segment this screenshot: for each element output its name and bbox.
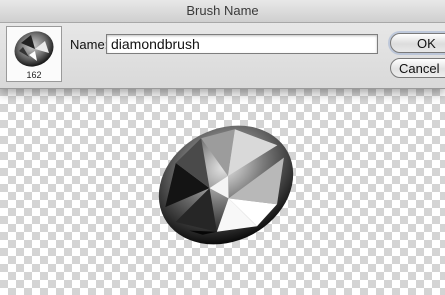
diamond-brush-image	[158, 125, 294, 245]
brush-size-label: 162	[26, 70, 42, 80]
dialog-title: Brush Name	[0, 0, 445, 23]
brush-name-input[interactable]	[106, 34, 378, 54]
brush-preview: 162	[6, 26, 62, 82]
name-label: Name:	[70, 37, 109, 52]
cancel-button[interactable]: Cancel	[390, 58, 445, 78]
brush-name-dialog: Brush Name 162 Name: OK Cancel	[0, 0, 445, 89]
ok-button[interactable]: OK	[390, 33, 445, 53]
brush-preview-icon	[14, 31, 54, 67]
